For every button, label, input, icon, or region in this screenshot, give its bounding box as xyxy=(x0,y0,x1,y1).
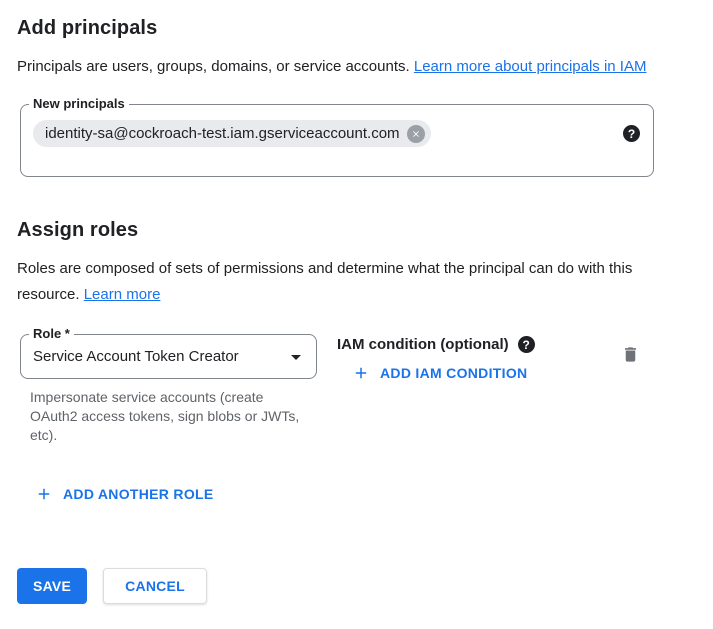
iam-condition-label: IAM condition (optional) xyxy=(337,336,509,353)
role-selected-value: Service Account Token Creator xyxy=(33,348,284,365)
principals-description-text: Principals are users, groups, domains, o… xyxy=(17,58,410,75)
trash-icon xyxy=(621,344,640,365)
roles-description: Roles are composed of sets of permission… xyxy=(17,256,667,308)
add-another-role-button[interactable]: ADD ANOTHER ROLE xyxy=(35,485,214,503)
assign-roles-title: Assign roles xyxy=(17,219,696,242)
save-button[interactable]: SAVE xyxy=(17,568,87,604)
page-title: Add principals xyxy=(17,17,696,40)
close-icon xyxy=(411,129,421,139)
add-iam-condition-label: ADD IAM CONDITION xyxy=(380,365,527,381)
role-row: Role * Service Account Token Creator Imp… xyxy=(20,334,696,445)
new-principals-label: New principals xyxy=(29,96,129,112)
principals-help-icon[interactable]: ? xyxy=(623,125,640,142)
iam-condition-help-icon[interactable]: ? xyxy=(518,336,535,353)
chip-remove-icon[interactable] xyxy=(407,125,425,143)
role-column: Role * Service Account Token Creator Imp… xyxy=(20,334,317,445)
plus-icon xyxy=(35,485,53,503)
learn-more-principals-link[interactable]: Learn more about principals in IAM xyxy=(414,58,647,75)
add-iam-condition-button[interactable]: ADD IAM CONDITION xyxy=(352,364,527,382)
iam-condition-column: IAM condition (optional) ? ADD IAM CONDI… xyxy=(337,334,535,387)
principal-chip: identity-sa@cockroach-test.iam.gservicea… xyxy=(33,120,431,147)
cancel-button[interactable]: CANCEL xyxy=(103,568,207,604)
role-select[interactable]: Role * Service Account Token Creator xyxy=(20,334,317,379)
principals-description: Principals are users, groups, domains, o… xyxy=(17,54,667,80)
delete-role-button[interactable] xyxy=(621,344,640,365)
plus-icon xyxy=(352,364,370,382)
footer-actions: SAVE CANCEL xyxy=(17,568,696,604)
new-principals-field[interactable]: New principals identity-sa@cockroach-tes… xyxy=(20,104,654,177)
dropdown-arrow-icon xyxy=(284,345,308,369)
role-help-text: Impersonate service accounts (create OAu… xyxy=(30,388,308,445)
principal-chip-value: identity-sa@cockroach-test.iam.gservicea… xyxy=(45,125,400,142)
role-label: Role * xyxy=(29,326,74,342)
learn-more-roles-link[interactable]: Learn more xyxy=(84,286,161,303)
iam-condition-label-row: IAM condition (optional) ? xyxy=(337,336,535,353)
add-another-role-label: ADD ANOTHER ROLE xyxy=(63,486,214,502)
add-principals-panel: Add principals Principals are users, gro… xyxy=(0,0,713,604)
